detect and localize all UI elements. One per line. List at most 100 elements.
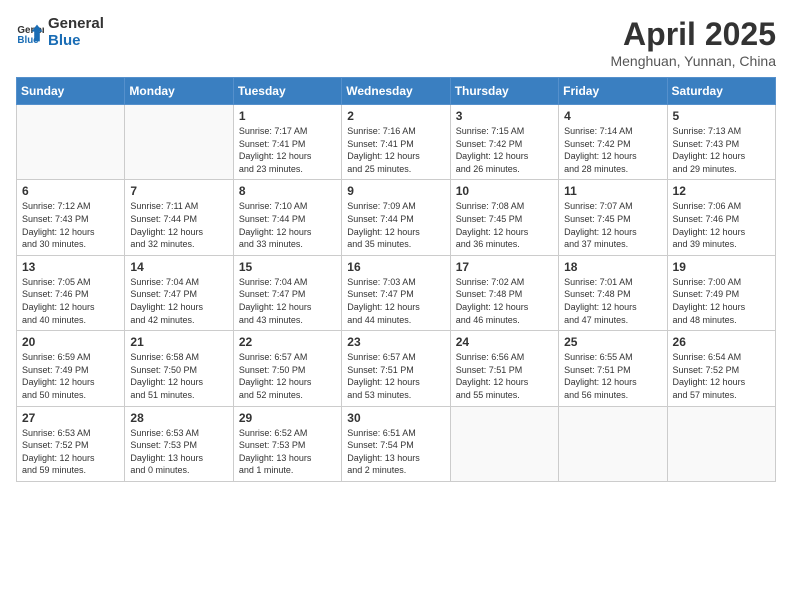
weekday-header-saturday: Saturday	[667, 78, 775, 105]
day-number: 25	[564, 335, 661, 349]
day-number: 14	[130, 260, 227, 274]
calendar-cell: 14 Sunrise: 7:04 AM Sunset: 7:47 PM Dayli…	[125, 255, 233, 330]
logo-icon: General Blue	[16, 19, 44, 47]
day-info: Sunrise: 6:55 AM Sunset: 7:51 PM Dayligh…	[564, 351, 661, 401]
day-info: Sunrise: 7:14 AM Sunset: 7:42 PM Dayligh…	[564, 125, 661, 175]
calendar-cell	[450, 406, 558, 481]
calendar-cell: 19 Sunrise: 7:00 AM Sunset: 7:49 PM Dayli…	[667, 255, 775, 330]
day-info: Sunrise: 7:09 AM Sunset: 7:44 PM Dayligh…	[347, 200, 444, 250]
calendar-cell: 30 Sunrise: 6:51 AM Sunset: 7:54 PM Dayli…	[342, 406, 450, 481]
day-number: 9	[347, 184, 444, 198]
day-number: 23	[347, 335, 444, 349]
day-info: Sunrise: 7:07 AM Sunset: 7:45 PM Dayligh…	[564, 200, 661, 250]
logo: General Blue General Blue	[16, 16, 104, 49]
week-row-4: 20Sunrise: 6:59 AM Sunset: 7:49 PM Dayli…	[17, 331, 776, 406]
day-number: 26	[673, 335, 770, 349]
day-number: 29	[239, 411, 336, 425]
day-number: 21	[130, 335, 227, 349]
week-row-2: 6Sunrise: 7:12 AM Sunset: 7:43 PM Daylig…	[17, 180, 776, 255]
weekday-header-wednesday: Wednesday	[342, 78, 450, 105]
day-info: Sunrise: 7:04 AM Sunset: 7:47 PM Dayligh…	[130, 276, 227, 326]
day-info: Sunrise: 7:17 AM Sunset: 7:41 PM Dayligh…	[239, 125, 336, 175]
day-number: 8	[239, 184, 336, 198]
weekday-header-tuesday: Tuesday	[233, 78, 341, 105]
weekday-header-friday: Friday	[559, 78, 667, 105]
header: General Blue General Blue April 2025 Men…	[16, 16, 776, 69]
week-row-3: 13 Sunrise: 7:05 AM Sunset: 7:46 PM Dayli…	[17, 255, 776, 330]
calendar-cell: 28 Sunrise: 6:53 AM Sunset: 7:53 PM Dayli…	[125, 406, 233, 481]
calendar-cell: 24 Sunrise: 6:56 AM Sunset: 7:51 PM Dayli…	[450, 331, 558, 406]
day-info: Sunrise: 6:56 AM Sunset: 7:51 PM Dayligh…	[456, 351, 553, 401]
calendar-cell: 5Sunrise: 7:13 AM Sunset: 7:43 PM Daylig…	[667, 105, 775, 180]
day-number: 18	[564, 260, 661, 274]
day-info: Sunrise: 6:57 AM Sunset: 7:50 PM Dayligh…	[239, 351, 336, 401]
day-number: 7	[130, 184, 227, 198]
calendar-cell: 3Sunrise: 7:15 AM Sunset: 7:42 PM Daylig…	[450, 105, 558, 180]
month-title: April 2025	[610, 16, 776, 53]
weekday-header-sunday: Sunday	[17, 78, 125, 105]
day-info: Sunrise: 7:01 AM Sunset: 7:48 PM Dayligh…	[564, 276, 661, 326]
day-number: 16	[347, 260, 444, 274]
calendar-cell: 9 Sunrise: 7:09 AM Sunset: 7:44 PM Daylig…	[342, 180, 450, 255]
calendar-cell	[559, 406, 667, 481]
location-title: Menghuan, Yunnan, China	[610, 53, 776, 69]
day-info: Sunrise: 7:04 AM Sunset: 7:47 PM Dayligh…	[239, 276, 336, 326]
calendar-cell: 4 Sunrise: 7:14 AM Sunset: 7:42 PM Daylig…	[559, 105, 667, 180]
day-number: 22	[239, 335, 336, 349]
weekday-header-row: SundayMondayTuesdayWednesdayThursdayFrid…	[17, 78, 776, 105]
weekday-header-monday: Monday	[125, 78, 233, 105]
calendar-cell: 15 Sunrise: 7:04 AM Sunset: 7:47 PM Dayli…	[233, 255, 341, 330]
day-info: Sunrise: 7:00 AM Sunset: 7:49 PM Dayligh…	[673, 276, 770, 326]
calendar-cell: 7Sunrise: 7:11 AM Sunset: 7:44 PM Daylig…	[125, 180, 233, 255]
day-info: Sunrise: 6:51 AM Sunset: 7:54 PM Dayligh…	[347, 427, 444, 477]
day-info: Sunrise: 7:13 AM Sunset: 7:43 PM Dayligh…	[673, 125, 770, 175]
calendar-cell: 18 Sunrise: 7:01 AM Sunset: 7:48 PM Dayli…	[559, 255, 667, 330]
calendar-cell	[125, 105, 233, 180]
day-number: 10	[456, 184, 553, 198]
day-number: 28	[130, 411, 227, 425]
day-number: 20	[22, 335, 119, 349]
day-info: Sunrise: 7:10 AM Sunset: 7:44 PM Dayligh…	[239, 200, 336, 250]
day-number: 1	[239, 109, 336, 123]
day-info: Sunrise: 7:05 AM Sunset: 7:46 PM Dayligh…	[22, 276, 119, 326]
day-number: 15	[239, 260, 336, 274]
day-info: Sunrise: 7:08 AM Sunset: 7:45 PM Dayligh…	[456, 200, 553, 250]
day-number: 13	[22, 260, 119, 274]
calendar-cell: 12 Sunrise: 7:06 AM Sunset: 7:46 PM Dayli…	[667, 180, 775, 255]
calendar-cell: 10 Sunrise: 7:08 AM Sunset: 7:45 PM Dayli…	[450, 180, 558, 255]
calendar-cell: 16Sunrise: 7:03 AM Sunset: 7:47 PM Dayli…	[342, 255, 450, 330]
calendar-cell: 20Sunrise: 6:59 AM Sunset: 7:49 PM Dayli…	[17, 331, 125, 406]
day-number: 30	[347, 411, 444, 425]
calendar-cell: 27Sunrise: 6:53 AM Sunset: 7:52 PM Dayli…	[17, 406, 125, 481]
week-row-5: 27Sunrise: 6:53 AM Sunset: 7:52 PM Dayli…	[17, 406, 776, 481]
day-info: Sunrise: 6:57 AM Sunset: 7:51 PM Dayligh…	[347, 351, 444, 401]
day-number: 19	[673, 260, 770, 274]
calendar-cell: 17 Sunrise: 7:02 AM Sunset: 7:48 PM Dayli…	[450, 255, 558, 330]
day-info: Sunrise: 6:53 AM Sunset: 7:52 PM Dayligh…	[22, 427, 119, 477]
calendar-cell: 26Sunrise: 6:54 AM Sunset: 7:52 PM Dayli…	[667, 331, 775, 406]
day-number: 11	[564, 184, 661, 198]
day-info: Sunrise: 6:53 AM Sunset: 7:53 PM Dayligh…	[130, 427, 227, 477]
title-area: April 2025 Menghuan, Yunnan, China	[610, 16, 776, 69]
day-number: 4	[564, 109, 661, 123]
calendar-cell: 25 Sunrise: 6:55 AM Sunset: 7:51 PM Dayli…	[559, 331, 667, 406]
day-number: 2	[347, 109, 444, 123]
calendar-cell: 8 Sunrise: 7:10 AM Sunset: 7:44 PM Daylig…	[233, 180, 341, 255]
day-number: 3	[456, 109, 553, 123]
day-number: 12	[673, 184, 770, 198]
logo-blue: Blue	[48, 33, 104, 50]
calendar-cell: 23 Sunrise: 6:57 AM Sunset: 7:51 PM Dayli…	[342, 331, 450, 406]
calendar-cell: 22 Sunrise: 6:57 AM Sunset: 7:50 PM Dayli…	[233, 331, 341, 406]
day-number: 17	[456, 260, 553, 274]
calendar-cell: 13 Sunrise: 7:05 AM Sunset: 7:46 PM Dayli…	[17, 255, 125, 330]
calendar-cell: 2Sunrise: 7:16 AM Sunset: 7:41 PM Daylig…	[342, 105, 450, 180]
day-info: Sunrise: 7:06 AM Sunset: 7:46 PM Dayligh…	[673, 200, 770, 250]
day-number: 6	[22, 184, 119, 198]
day-info: Sunrise: 6:58 AM Sunset: 7:50 PM Dayligh…	[130, 351, 227, 401]
day-number: 24	[456, 335, 553, 349]
calendar-cell: 1 Sunrise: 7:17 AM Sunset: 7:41 PM Daylig…	[233, 105, 341, 180]
calendar-cell: 29Sunrise: 6:52 AM Sunset: 7:53 PM Dayli…	[233, 406, 341, 481]
calendar-cell: 6Sunrise: 7:12 AM Sunset: 7:43 PM Daylig…	[17, 180, 125, 255]
calendar-cell: 21 Sunrise: 6:58 AM Sunset: 7:50 PM Dayli…	[125, 331, 233, 406]
day-info: Sunrise: 7:02 AM Sunset: 7:48 PM Dayligh…	[456, 276, 553, 326]
